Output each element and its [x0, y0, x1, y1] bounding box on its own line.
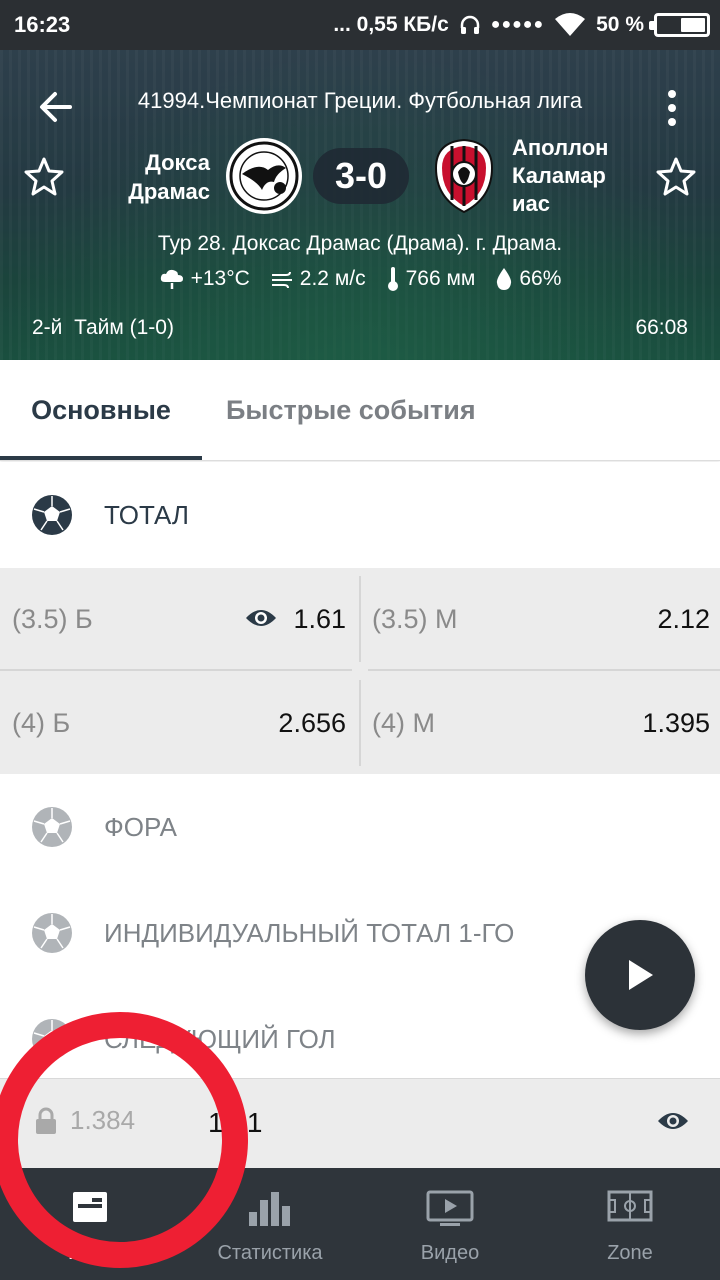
wind: 2.2 м/с [270, 267, 366, 291]
eye-icon [246, 610, 276, 626]
play-icon [629, 960, 653, 990]
statistics-icon [249, 1192, 290, 1226]
tab-main[interactable]: Основные [0, 360, 202, 460]
match-header: 41994.Чемпионат Греции. Футбольная лига … [0, 50, 720, 360]
odd-value: 2.656 [278, 707, 346, 738]
odd-cell[interactable]: (4) Б 2.656 [0, 672, 352, 774]
highlight-circle-overlay [0, 1012, 248, 1268]
team1-name: Докса Драмас [128, 150, 210, 204]
nav-video[interactable]: Видео [360, 1168, 540, 1280]
odd-label: (4) М [372, 707, 435, 738]
grid-divider [368, 669, 720, 671]
tab-quick-events[interactable]: Быстрые события [226, 360, 476, 460]
apollon-crest-icon [434, 138, 494, 214]
odd-value: 1.61 [293, 603, 346, 634]
soccer-ball-icon [32, 913, 72, 953]
thermometer-icon [387, 267, 398, 291]
pressure: 766 мм [386, 266, 475, 292]
play-video-button[interactable] [585, 920, 695, 1030]
market-handicap-header[interactable]: ФОРА [0, 774, 720, 881]
odd-cell[interactable]: (4) М 1.395 [362, 672, 720, 774]
status-time: 16:23 [14, 12, 71, 37]
market-tabs: Основные Быстрые события [0, 360, 720, 461]
video-icon [426, 1190, 474, 1226]
total-odds-grid: (3.5) Б 1.61 (3.5) М 2.12 (4) Б 2.656 (4… [0, 568, 720, 774]
team2-logo [426, 138, 502, 214]
temperature: +13°C [159, 267, 250, 291]
odd-cell[interactable]: (3.5) Б 1.61 [0, 568, 352, 670]
network-speed: ... 0,55 КБ/с [333, 13, 449, 36]
match-venue: Тур 28. Доксас Драмас (Драма). г. Драма. [157, 232, 563, 255]
market-total-header[interactable]: ТОТАЛ [0, 462, 720, 569]
odd-cell[interactable]: (3.5) М 2.12 [362, 568, 720, 670]
match-clock: 66:08 [635, 316, 688, 339]
nav-label: Статистика [217, 1242, 323, 1264]
weather-info: +13°C 2.2 м/с 766 мм 66% [0, 266, 720, 292]
market-handicap-title: ФОРА [104, 811, 177, 842]
status-bar: 16:23 ... 0,55 КБ/с ●●●●● 50 % [0, 0, 720, 50]
eagle-emblem-icon [229, 141, 299, 211]
cloud-rain-icon [160, 269, 183, 289]
nav-zone[interactable]: Zone [540, 1168, 720, 1280]
zone-icon [607, 1190, 653, 1222]
battery-percent: 50 % [596, 13, 644, 36]
odd-value: 1.395 [642, 707, 710, 738]
headset-icon [460, 15, 480, 34]
team2-name: Аполлон Каламар иас [512, 135, 609, 216]
eye-icon[interactable] [656, 1109, 690, 1133]
soccer-ball-icon [32, 807, 72, 847]
battery-icon [649, 13, 710, 37]
favorite-team1-star-icon[interactable] [24, 156, 64, 196]
odd-label: (3.5) М [372, 603, 458, 634]
league-title: 41994.Чемпионат Греции. Футбольная лига [137, 88, 583, 113]
favorite-team2-star-icon[interactable] [656, 156, 696, 196]
odd-value: 2.12 [657, 603, 710, 634]
grid-divider [359, 576, 361, 662]
more-menu-icon[interactable] [662, 88, 682, 128]
odd-label: (3.5) Б [12, 603, 93, 634]
soccer-ball-icon [32, 495, 72, 535]
match-score: 3-0 [313, 148, 409, 204]
grid-divider [0, 669, 352, 671]
team1-logo [226, 138, 302, 214]
back-arrow-icon[interactable] [36, 88, 74, 126]
water-drop-icon [497, 268, 512, 290]
wifi-icon [555, 13, 586, 36]
wind-icon [271, 271, 292, 289]
grid-divider [359, 680, 361, 766]
market-total-title: ТОТАЛ [104, 499, 189, 530]
odd-label: (4) Б [12, 707, 71, 738]
nav-label: Zone [607, 1242, 653, 1264]
market-individual-total-title: ИНДИВИДУАЛЬНЫЙ ТОТАЛ 1-ГО [104, 917, 515, 948]
signal-strength: ●●●●● [490, 16, 545, 33]
humidity: 66% [495, 267, 561, 291]
nav-label: Видео [420, 1242, 480, 1264]
match-period: 2-й Тайм (1-0) [32, 316, 174, 339]
